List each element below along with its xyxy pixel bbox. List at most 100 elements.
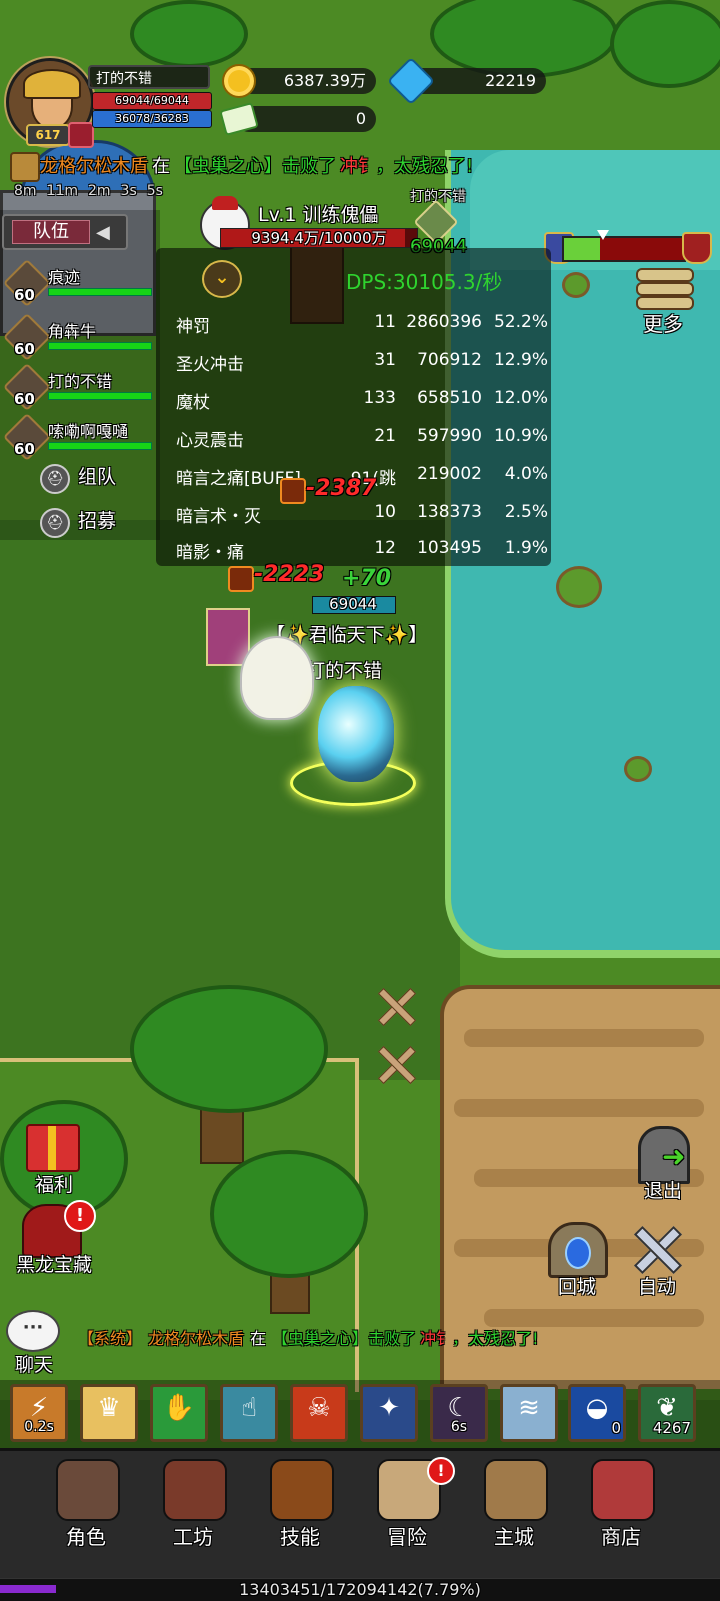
item-slot[interactable]: ◒ 0 xyxy=(568,1384,626,1442)
gift-icon xyxy=(26,1124,80,1172)
team-header[interactable]: 队伍 ◀ xyxy=(2,214,128,250)
dps-percent: 12.9% xyxy=(493,350,548,370)
team-member-name: 嗦嘞啊嘎嗵 xyxy=(48,422,129,441)
rank-badge-icon[interactable] xyxy=(68,122,94,148)
skill-slot[interactable]: ☠ xyxy=(290,1384,348,1442)
auto-battle-button[interactable]: 自动 xyxy=(622,1222,692,1302)
announcement-icon xyxy=(10,152,40,182)
skill-slot[interactable]: ♛ xyxy=(80,1384,138,1442)
dps-percent: 10.9% xyxy=(493,426,548,446)
timer: 5s xyxy=(146,183,163,199)
ticket-display: 0 xyxy=(236,106,376,132)
announcement-connector: 在 xyxy=(152,156,170,177)
chat-button[interactable]: ··· 聊天 xyxy=(4,1310,64,1376)
floating-damage: -2223 xyxy=(254,562,325,587)
bottom-navigation: 角色 工坊 技能 ! 冒险 主城 商店 xyxy=(0,1448,720,1581)
dps-percent: 12.0% xyxy=(493,388,548,408)
dps-hits: 133 xyxy=(363,388,396,408)
gold-display: 6387.39万 xyxy=(236,68,376,94)
team-member-level: 60 xyxy=(14,440,35,458)
team-member[interactable]: 60 痕迹 xyxy=(2,258,154,308)
skill-slot[interactable]: ≋ xyxy=(500,1384,558,1442)
skill-bar: ⚡ 0.2s ♛ ✋ ☝ ☠ ✦ ☾ 6s ≋ ◒ 0 ❦ 4267 xyxy=(0,1380,720,1448)
tree-canopy xyxy=(610,0,720,88)
dps-damage: 706912 xyxy=(417,350,482,370)
team-member-level: 60 xyxy=(14,390,35,408)
return-city-button[interactable]: 回城 xyxy=(542,1222,612,1302)
collapse-arrow-icon[interactable]: ◀ xyxy=(96,222,110,243)
target-frame[interactable]: Lv.1 训练傀儡 9394.4万/10000万 xyxy=(200,196,420,250)
team-member-level: 60 xyxy=(14,340,35,358)
chevron-down-icon[interactable]: ⌄ xyxy=(202,260,242,298)
announcement-location: 【虫巢之心】 xyxy=(174,156,282,177)
dps-damage: 597990 xyxy=(417,426,482,446)
helmet-icon: ⛑ xyxy=(40,508,70,538)
nav-label: 角色 xyxy=(66,1525,106,1549)
announcement-killer: 龙格尔松木盾 xyxy=(40,156,148,177)
nav-skills[interactable]: 技能 xyxy=(250,1459,350,1555)
nav-adventure[interactable]: ! 冒险 xyxy=(357,1457,457,1555)
item-count: 4267 xyxy=(652,1419,691,1437)
snowman-hat xyxy=(212,196,238,210)
skill-slot[interactable]: ✦ xyxy=(360,1384,418,1442)
portal-icon xyxy=(548,1222,608,1278)
dps-damage: 658510 xyxy=(417,388,482,408)
nav-label: 商店 xyxy=(601,1525,641,1549)
team-member-name: 痕迹 xyxy=(48,268,81,287)
return-city-label: 回城 xyxy=(557,1276,596,1298)
welfare-button[interactable]: 福利 xyxy=(4,1124,104,1208)
experience-text: 13403451/172094142(7.79%) xyxy=(239,1580,481,1599)
dps-meter-panel: ⌄ DPS:30105.3/秒 神罚 11 2860396 52.2% 圣火冲击… xyxy=(156,248,551,566)
anvil-icon xyxy=(163,1459,227,1521)
tree-canopy xyxy=(210,1150,368,1278)
recruit-button[interactable]: ⛑ 招募 xyxy=(40,504,150,538)
dps-damage: 103495 xyxy=(417,538,482,558)
item-slot[interactable]: ❦ 4267 xyxy=(638,1384,696,1442)
dragon-treasure-button[interactable]: ! 黑龙宝藏 xyxy=(4,1200,104,1288)
skill-slot[interactable]: ⚡ 0.2s xyxy=(10,1384,68,1442)
portal-core xyxy=(565,1237,591,1269)
nav-label: 主城 xyxy=(494,1525,534,1549)
dps-row: 魔杖 133 658510 12.0% xyxy=(176,388,548,426)
character-icon xyxy=(56,1459,120,1521)
skill-slot[interactable]: ☝ xyxy=(220,1384,278,1442)
spellbook-icon xyxy=(270,1459,334,1521)
player-overhead-name: 打的不错 xyxy=(306,660,383,682)
nav-workshop[interactable]: 工坊 xyxy=(143,1459,243,1555)
nav-main-city[interactable]: 主城 xyxy=(464,1459,564,1555)
skill-cooldown: 6s xyxy=(450,1419,468,1435)
kill-announcement: 龙格尔松木盾在【虫巢之心】击败了 冲钅，太残忍了! xyxy=(40,152,473,178)
more-button[interactable]: 更多 xyxy=(628,268,698,338)
skill-slot[interactable]: ✋ xyxy=(150,1384,208,1442)
chat-action: 击败了 xyxy=(368,1329,417,1348)
wooden-stake-icon xyxy=(378,988,414,1024)
shop-stall-icon xyxy=(591,1459,655,1521)
team-member[interactable]: 60 嗦嘞啊嘎嗵 xyxy=(2,412,154,462)
nav-shop[interactable]: 商店 xyxy=(571,1459,671,1555)
exit-button[interactable]: ➜ 退出 xyxy=(628,1126,698,1206)
menu-icon xyxy=(636,268,694,310)
wooden-stake-icon xyxy=(378,1046,414,1082)
team-member[interactable]: 60 打的不错 xyxy=(2,362,154,412)
team-member[interactable]: 60 角犇牛 xyxy=(2,312,154,362)
target-hp-text: 9394.4万/10000万 xyxy=(251,229,387,247)
target-hp-bar: 9394.4万/10000万 xyxy=(220,228,418,248)
skill-cooldown: 0.2s xyxy=(24,1419,54,1435)
nav-label: 工坊 xyxy=(173,1525,213,1549)
training-dummy-sprite[interactable] xyxy=(240,636,314,720)
dps-percent: 1.9% xyxy=(504,538,548,558)
dps-hits: 21 xyxy=(374,426,396,446)
nav-character[interactable]: 角色 xyxy=(36,1459,136,1555)
mind-blast-icon: ✦ xyxy=(378,1393,400,1423)
alert-badge: ! xyxy=(64,1200,96,1232)
horde-shield-icon xyxy=(682,232,712,264)
party-button[interactable]: ⛑ 组队 xyxy=(40,460,150,494)
dps-total: DPS:30105.3/秒 xyxy=(346,270,503,294)
team-member-hp-bar xyxy=(48,342,152,350)
chat-message[interactable]: 【系统】 龙格尔松木盾在【虫巢之心】击败了 冲钅，太残忍了! xyxy=(78,1325,539,1349)
dps-damage: 138373 xyxy=(417,502,482,522)
skill-slot[interactable]: ☾ 6s xyxy=(430,1384,488,1442)
timer: 8m xyxy=(14,183,37,199)
wind-icon: ≋ xyxy=(518,1393,540,1423)
player-character-sprite[interactable] xyxy=(318,686,394,782)
